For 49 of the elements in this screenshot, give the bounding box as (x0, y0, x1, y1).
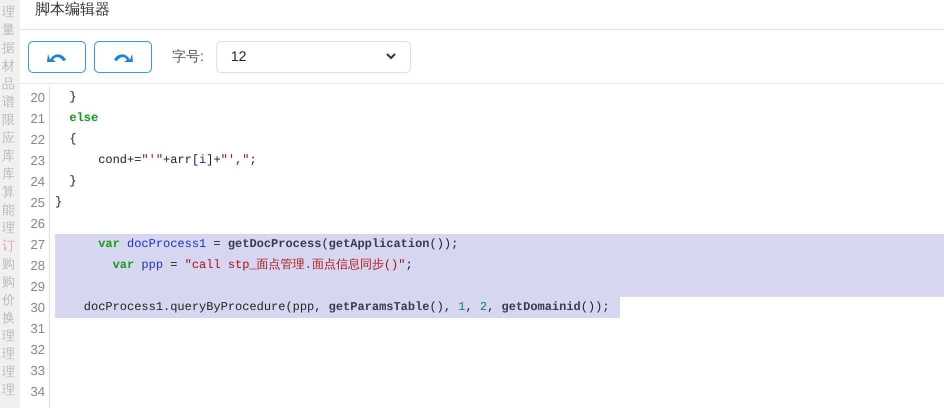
line-number: 31 (30, 320, 46, 338)
code-line: } (68, 89, 78, 106)
line-number: 22 (30, 131, 46, 149)
redo-button[interactable] (94, 40, 152, 72)
code-line: else (68, 110, 100, 127)
sidebar-item[interactable]: 据 (0, 39, 20, 57)
sidebar-item[interactable]: 理 (0, 327, 20, 345)
sidebar-item[interactable]: 理 (0, 3, 20, 21)
line-number: 23 (30, 152, 46, 170)
sidebar-item[interactable]: 理 (0, 345, 20, 363)
line-number: 21 (30, 110, 46, 128)
line-number: 30 (30, 299, 46, 317)
code-line: cond+="'"+arr[i]+"',"; (97, 152, 258, 169)
line-number: 33 (30, 362, 46, 380)
sidebar-item[interactable]: 购 (0, 255, 20, 273)
dialog-title: 脚本编辑器 (35, 1, 110, 19)
line-number: 27 (30, 236, 46, 254)
sidebar-item[interactable]: 品 (0, 75, 20, 93)
line-number: 26 (30, 215, 46, 233)
sidebar-item[interactable]: 能 (0, 201, 20, 219)
sidebar-item[interactable]: 库 (0, 147, 20, 165)
code-line: } (68, 173, 78, 190)
line-number: 28 (30, 257, 46, 275)
line-number: 29 (30, 278, 46, 296)
sidebar-item[interactable]: 价 (0, 291, 20, 309)
font-size-select[interactable]: 12 (216, 40, 411, 72)
sidebar-item[interactable]: 理 (0, 363, 20, 381)
sidebar-item[interactable]: 购 (0, 273, 20, 291)
undo-button[interactable] (28, 40, 86, 72)
sidebar-item[interactable]: 谱 (0, 93, 20, 111)
sidebar-item[interactable]: 换 (0, 309, 20, 327)
line-number: 25 (30, 194, 46, 212)
line-number: 20 (30, 89, 46, 107)
line-number: 34 (30, 383, 46, 401)
sidebar-item[interactable]: 应 (0, 129, 20, 147)
line-number: 32 (30, 341, 46, 359)
sidebar-item[interactable]: 库 (0, 165, 20, 183)
sidebar-item[interactable]: 量 (0, 21, 20, 39)
sidebar-item[interactable]: 材 (0, 57, 20, 75)
sidebar-item[interactable]: 理 (0, 219, 20, 237)
code-line: { (68, 131, 78, 148)
font-size-label: 字号: (172, 47, 204, 66)
sidebar-item[interactable]: 算 (0, 183, 20, 201)
sidebar-item[interactable]: 限 (0, 111, 20, 129)
sidebar-item[interactable]: 理 (0, 381, 20, 399)
line-number: 24 (30, 173, 46, 191)
chevron-icon (386, 53, 396, 60)
code-line: } (55, 194, 64, 211)
sidebar-item[interactable]: 订 (0, 237, 20, 255)
